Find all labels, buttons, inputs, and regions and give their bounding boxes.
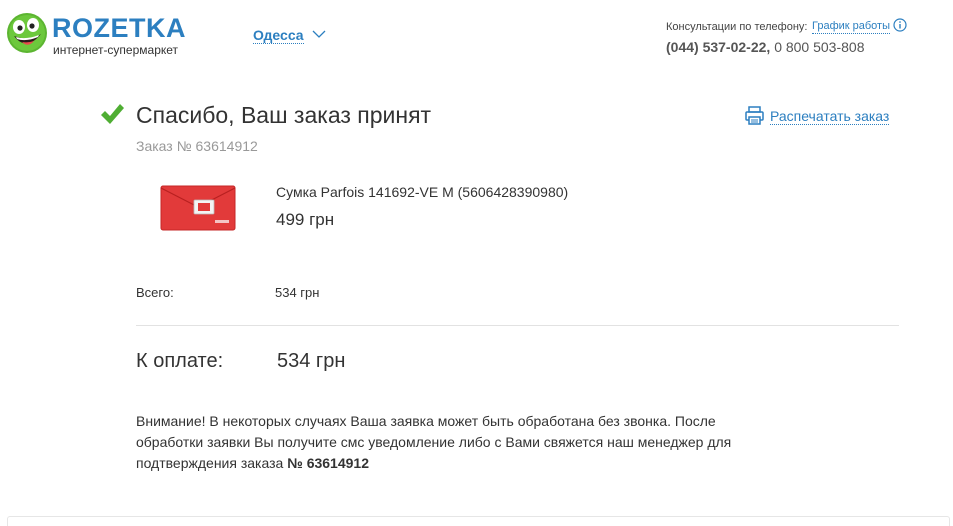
pay-value: 534 грн xyxy=(277,350,346,372)
page-title: Спасибо, Ваш заказ принят xyxy=(136,102,432,128)
logo-subtitle: интернет-супермаркет xyxy=(53,43,179,57)
divider xyxy=(136,325,899,326)
phone-main: (044) 537-02-22, xyxy=(666,39,771,55)
phone-numbers: (044) 537-02-22, 0 800 503-808 xyxy=(666,39,865,55)
check-icon xyxy=(101,104,124,124)
info-icon[interactable] xyxy=(893,18,907,32)
schedule-link[interactable]: График работы xyxy=(812,20,890,34)
logo-title[interactable]: ROZETKA xyxy=(52,14,186,42)
total-value: 534 грн xyxy=(275,285,320,300)
print-order-link[interactable]: Распечатать заказ xyxy=(770,108,890,125)
rozetka-logo-icon[interactable] xyxy=(6,12,48,54)
printer-icon[interactable] xyxy=(745,106,764,125)
total-label: Всего: xyxy=(136,285,174,300)
product-price: 499 грн xyxy=(276,210,335,229)
consult-label: Консультации по телефону: xyxy=(666,21,808,33)
notice-body: Внимание! В некоторых случаях Ваша заявк… xyxy=(136,413,732,471)
pay-label: К оплате: xyxy=(136,350,224,372)
notice-text: Внимание! В некоторых случаях Ваша заявк… xyxy=(136,411,786,474)
product-image[interactable] xyxy=(160,183,236,233)
phone-alt: 0 800 503-808 xyxy=(774,39,865,55)
site-header: ROZETKA интернет-супермаркет Одесса Конс… xyxy=(0,0,953,70)
order-number: Заказ № 63614912 xyxy=(136,138,258,154)
notice-order-number: № 63614912 xyxy=(287,455,369,471)
city-selector[interactable]: Одесса xyxy=(253,27,304,44)
bottom-panel xyxy=(7,516,950,526)
product-name[interactable]: Сумка Parfois 141692-VE M (5606428390980… xyxy=(276,184,568,200)
chevron-down-icon[interactable] xyxy=(312,29,326,39)
